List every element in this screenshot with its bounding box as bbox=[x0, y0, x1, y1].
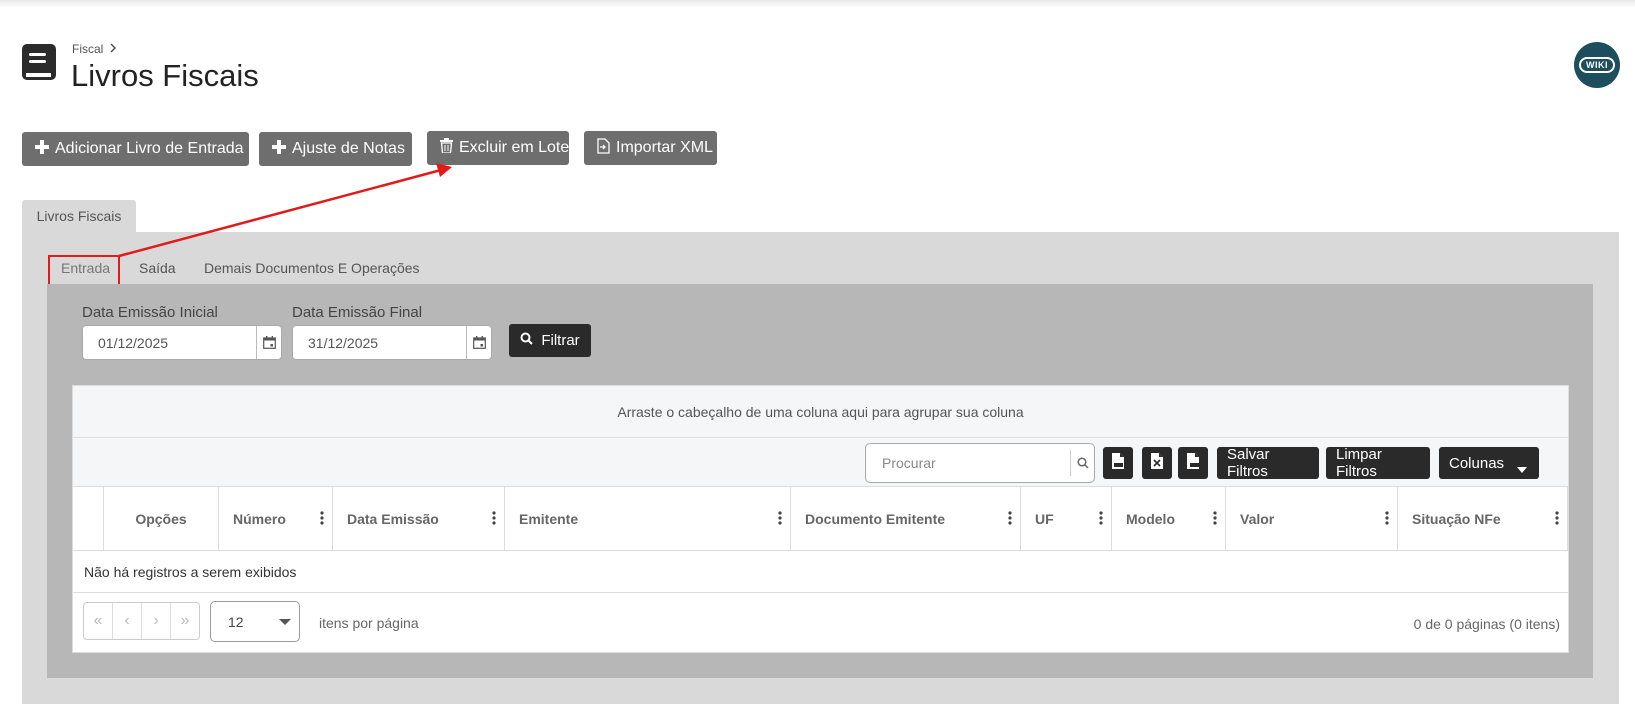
column-label: Modelo bbox=[1126, 511, 1175, 527]
export-pdf-button[interactable] bbox=[1103, 447, 1133, 479]
top-shadow bbox=[0, 0, 1635, 8]
pagination-controls: « ‹ › » bbox=[83, 602, 200, 640]
column-label: UF bbox=[1035, 511, 1054, 527]
prev-page-icon[interactable]: ‹ bbox=[113, 603, 142, 639]
column-header-documento-emitente[interactable]: Documento Emitente bbox=[790, 487, 1020, 551]
column-header-opcoes[interactable]: Opções bbox=[103, 487, 218, 551]
column-header-select bbox=[73, 487, 103, 551]
kebab-menu-icon[interactable] bbox=[320, 511, 324, 528]
wiki-button[interactable]: WIKI bbox=[1574, 42, 1620, 88]
column-label: Situação NFe bbox=[1412, 511, 1501, 527]
calendar-icon[interactable] bbox=[256, 326, 281, 359]
end-date-label: Data Emissão Final bbox=[292, 304, 423, 321]
breadcrumb: Fiscal bbox=[72, 42, 117, 56]
column-label: Valor bbox=[1240, 511, 1275, 527]
group-drop-area[interactable]: Arraste o cabeçalho de uma coluna aqui p… bbox=[73, 386, 1568, 438]
column-label: Opções bbox=[135, 511, 187, 527]
data-grid: Arraste o cabeçalho de uma coluna aqui p… bbox=[72, 385, 1569, 653]
per-page-label: itens por página bbox=[319, 615, 419, 631]
highlight-box bbox=[48, 255, 120, 286]
columns-dropdown[interactable]: Colunas bbox=[1439, 447, 1539, 479]
plus-icon bbox=[35, 139, 49, 159]
page-size-select[interactable]: 12 bbox=[210, 601, 300, 642]
start-date-label: Data Emissão Inicial bbox=[82, 304, 218, 321]
columns-label: Colunas bbox=[1449, 454, 1505, 472]
search-icon bbox=[520, 332, 534, 349]
kebab-menu-icon[interactable] bbox=[1213, 511, 1217, 528]
calendar-icon[interactable] bbox=[466, 326, 491, 359]
adjust-notes-label: Ajuste de Notas bbox=[292, 140, 405, 157]
trash-icon bbox=[440, 138, 453, 158]
caret-down-icon bbox=[279, 619, 291, 625]
grid-header-row: Opções Número Data Emissão Emitente Docu… bbox=[73, 487, 1568, 551]
clear-filters-button[interactable]: Limpar Filtros bbox=[1326, 446, 1430, 480]
last-page-icon[interactable]: » bbox=[171, 603, 199, 639]
column-header-situacao-nfe[interactable]: Situação NFe bbox=[1397, 487, 1568, 551]
import-xml-button[interactable]: Importar XML bbox=[584, 131, 717, 165]
filter-label: Filtrar bbox=[541, 332, 580, 349]
filter-button[interactable]: Filtrar bbox=[509, 324, 591, 357]
tab-livros-fiscais[interactable]: Livros Fiscais bbox=[22, 200, 136, 232]
column-header-valor[interactable]: Valor bbox=[1225, 487, 1397, 551]
column-header-modelo[interactable]: Modelo bbox=[1111, 487, 1225, 551]
column-label: Emitente bbox=[519, 511, 579, 527]
breadcrumb-parent[interactable]: Fiscal bbox=[72, 42, 103, 56]
subtab-demais-documentos[interactable]: Demais Documentos E Operações bbox=[204, 260, 420, 276]
column-header-numero[interactable]: Número bbox=[218, 487, 332, 551]
page-title: Livros Fiscais bbox=[71, 58, 259, 93]
export-csv-button[interactable] bbox=[1178, 447, 1208, 479]
excel-file-icon bbox=[1150, 452, 1164, 474]
kebab-menu-icon[interactable] bbox=[492, 511, 496, 528]
add-entry-book-label: Adicionar Livro de Entrada bbox=[55, 140, 244, 157]
import-xml-label: Importar XML bbox=[616, 139, 713, 156]
adjust-notes-button[interactable]: Ajuste de Notas bbox=[259, 132, 412, 166]
kebab-menu-icon[interactable] bbox=[1008, 511, 1012, 528]
kebab-menu-icon[interactable] bbox=[1555, 511, 1559, 528]
end-date-value: 31/12/2025 bbox=[308, 334, 379, 351]
start-date-field[interactable]: 01/12/2025 bbox=[82, 325, 282, 360]
batch-delete-button[interactable]: Excluir em Lote bbox=[427, 131, 569, 165]
book-icon bbox=[21, 42, 57, 82]
column-header-data-emissao[interactable]: Data Emissão bbox=[332, 487, 504, 551]
empty-message: Não há registros a serem exibidos bbox=[84, 564, 297, 580]
search-input[interactable] bbox=[866, 454, 1070, 472]
subtab-saida[interactable]: Saída bbox=[139, 260, 176, 276]
export-excel-button[interactable] bbox=[1142, 447, 1172, 479]
search-icon[interactable] bbox=[1070, 450, 1094, 476]
search-box bbox=[865, 443, 1095, 483]
page-size-value: 12 bbox=[228, 613, 244, 630]
grid-toolbar: Salvar Filtros Limpar Filtros Colunas bbox=[73, 438, 1568, 487]
kebab-menu-icon[interactable] bbox=[778, 511, 782, 528]
start-date-value: 01/12/2025 bbox=[98, 334, 169, 351]
first-page-icon[interactable]: « bbox=[84, 603, 113, 639]
save-filters-button[interactable]: Salvar Filtros bbox=[1217, 446, 1319, 480]
pager-row: « ‹ › » 12 itens por página 0 de 0 págin… bbox=[73, 592, 1568, 654]
kebab-menu-icon[interactable] bbox=[1099, 511, 1103, 528]
caret-down-icon bbox=[1517, 460, 1527, 477]
end-date-field[interactable]: 31/12/2025 bbox=[292, 325, 492, 360]
add-entry-book-button[interactable]: Adicionar Livro de Entrada bbox=[22, 132, 249, 166]
column-label: Documento Emitente bbox=[805, 511, 946, 527]
plus-icon bbox=[272, 139, 286, 159]
chevron-right-icon bbox=[109, 42, 117, 56]
next-page-icon[interactable]: › bbox=[142, 603, 171, 639]
kebab-menu-icon[interactable] bbox=[1385, 511, 1389, 528]
column-label: Data Emissão bbox=[347, 511, 439, 527]
file-import-icon bbox=[597, 137, 610, 159]
column-header-uf[interactable]: UF bbox=[1020, 487, 1111, 551]
wiki-label: WIKI bbox=[1579, 57, 1615, 73]
csv-file-icon bbox=[1186, 452, 1200, 474]
pdf-file-icon bbox=[1111, 452, 1125, 474]
page-info: 0 de 0 páginas (0 itens) bbox=[1413, 616, 1560, 632]
column-label: Número bbox=[233, 511, 286, 527]
batch-delete-label: Excluir em Lote bbox=[459, 139, 570, 156]
column-header-emitente[interactable]: Emitente bbox=[504, 487, 790, 551]
